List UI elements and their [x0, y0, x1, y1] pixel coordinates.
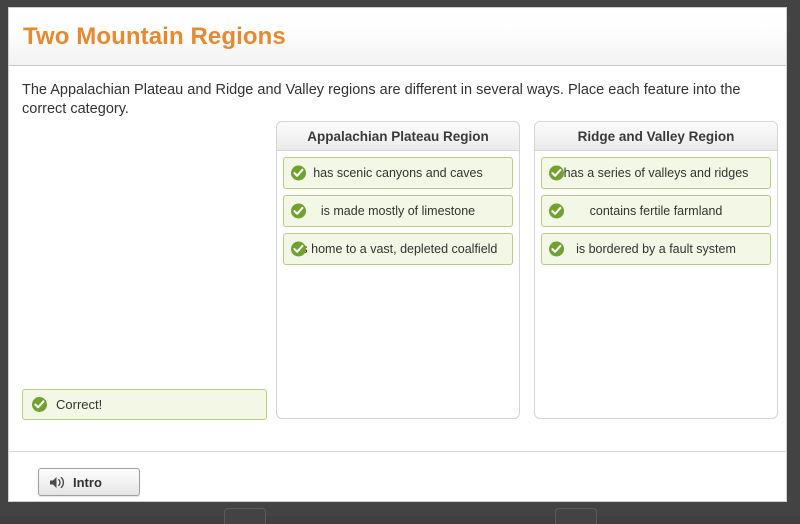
- speaker-icon: [49, 475, 66, 490]
- check-circle-icon: [291, 165, 306, 181]
- feature-item[interactable]: has a series of valleys and ridges: [541, 157, 771, 189]
- bottom-nav-tab-left[interactable]: [224, 508, 266, 524]
- feature-item[interactable]: contains fertile farmland: [541, 195, 771, 227]
- feature-item-label: is home to a vast, depleted coalfield: [298, 242, 498, 256]
- check-circle-icon: [549, 241, 564, 257]
- feature-item[interactable]: is home to a vast, depleted coalfield: [283, 233, 513, 265]
- check-circle-icon: [549, 165, 564, 181]
- feature-item-label: has a series of valleys and ridges: [563, 166, 749, 180]
- page-title: Two Mountain Regions: [23, 23, 286, 50]
- category-panel-header: Ridge and Valley Region: [535, 122, 777, 151]
- bottom-nav-tab-right[interactable]: [555, 508, 597, 524]
- category-panel-appalachian-plateau[interactable]: Appalachian Plateau Region has scenic ca…: [276, 121, 520, 419]
- check-circle-icon: [291, 241, 306, 257]
- feature-item-label: is made mostly of limestone: [320, 204, 476, 218]
- category-title: Appalachian Plateau Region: [307, 128, 489, 144]
- footer-divider: [9, 451, 786, 452]
- feedback-banner: Correct!: [22, 389, 267, 420]
- check-circle-icon: [549, 203, 564, 219]
- activity-stage: Two Mountain Regions The Appalachian Pla…: [8, 7, 787, 502]
- feature-item[interactable]: is made mostly of limestone: [283, 195, 513, 227]
- feature-item-label: is bordered by a fault system: [576, 242, 736, 256]
- feature-item[interactable]: is bordered by a fault system: [541, 233, 771, 265]
- browser-frame: Two Mountain Regions The Appalachian Pla…: [0, 0, 800, 524]
- instructions-text: The Appalachian Plateau and Ridge and Va…: [22, 82, 741, 117]
- intro-button-label: Intro: [73, 474, 102, 490]
- category-drop-zone[interactable]: has scenic canyons and caves is made mos…: [277, 151, 519, 265]
- header-bar: Two Mountain Regions: [9, 8, 786, 66]
- category-drop-zone[interactable]: has a series of valleys and ridges conta…: [535, 151, 777, 265]
- feature-item[interactable]: has scenic canyons and caves: [283, 157, 513, 189]
- category-title: Ridge and Valley Region: [577, 128, 735, 144]
- category-panel-header: Appalachian Plateau Region: [277, 122, 519, 151]
- feature-item-label: has scenic canyons and caves: [313, 166, 483, 180]
- category-panel-ridge-and-valley[interactable]: Ridge and Valley Region has a series of …: [534, 121, 778, 419]
- feedback-message: Correct!: [56, 397, 103, 412]
- intro-button[interactable]: Intro: [38, 468, 140, 496]
- header-underline: [9, 66, 786, 68]
- feature-item-label: contains fertile farmland: [589, 204, 723, 218]
- check-circle-icon: [291, 203, 306, 219]
- check-circle-icon: [32, 397, 47, 412]
